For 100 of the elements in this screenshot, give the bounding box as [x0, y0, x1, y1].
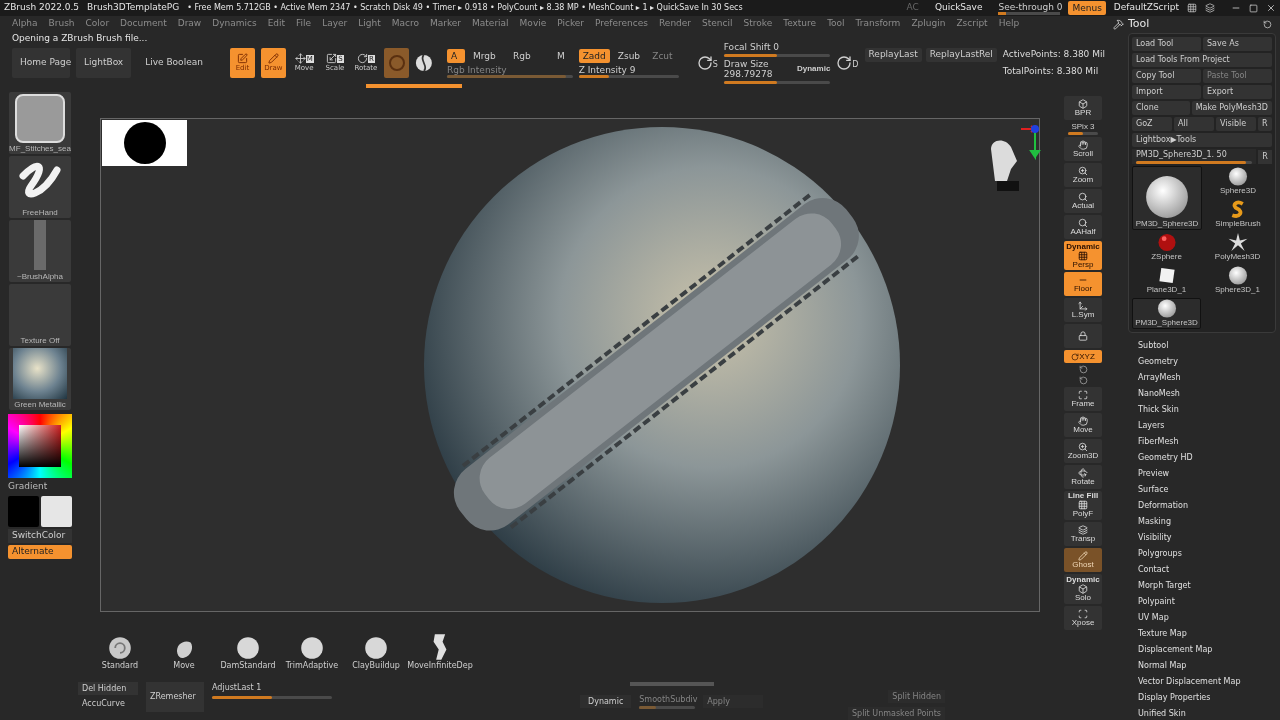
- subpalette-item[interactable]: Geometry: [1138, 355, 1280, 369]
- menu-item[interactable]: Material: [472, 17, 509, 31]
- sphere-toggle-icon[interactable]: [415, 53, 433, 73]
- slider-track[interactable]: [723, 81, 831, 84]
- menu-item[interactable]: Document: [120, 17, 167, 31]
- subpalette-item[interactable]: Display Properties: [1138, 691, 1280, 705]
- menu-item[interactable]: Preferences: [595, 17, 648, 31]
- menu-item[interactable]: Render: [659, 17, 692, 31]
- slider-track[interactable]: [1068, 131, 1098, 135]
- subpalette-item[interactable]: Layers: [1138, 419, 1280, 433]
- tool-button[interactable]: All: [1174, 117, 1214, 131]
- color-swatch[interactable]: [41, 495, 72, 527]
- reset-button[interactable]: R: [1258, 149, 1272, 164]
- menu-item[interactable]: Macro: [391, 17, 419, 31]
- close-icon[interactable]: [1266, 3, 1276, 13]
- material-swatch[interactable]: [384, 48, 410, 78]
- switch-color-button[interactable]: SwitchColor: [8, 528, 72, 543]
- tool-thumbnail[interactable]: SimpleBrush: [1204, 199, 1272, 230]
- shelf-button[interactable]: Zoom: [1064, 162, 1102, 187]
- menus-button[interactable]: Menus: [1068, 1, 1106, 15]
- alternate-button[interactable]: Alternate: [8, 544, 72, 559]
- restore-icon[interactable]: [1249, 3, 1258, 13]
- menu-item[interactable]: Texture: [783, 17, 817, 31]
- shelf-button[interactable]: [1064, 324, 1102, 349]
- subpalette-item[interactable]: Contact: [1138, 563, 1280, 577]
- z-mode-toggle[interactable]: Zadd: [578, 48, 610, 63]
- replay-button[interactable]: ReplayLast: [864, 48, 922, 62]
- subpalette-item[interactable]: ArrayMesh: [1138, 371, 1280, 385]
- shelf-button[interactable]: Move: [1064, 412, 1102, 437]
- shelf-button[interactable]: Zoom3D: [1064, 438, 1102, 463]
- tool-thumbnail[interactable]: Sphere3D: [1204, 166, 1272, 197]
- shelf-button[interactable]: Dynamic Solo: [1064, 574, 1102, 604]
- subpalette-item[interactable]: UV Map: [1138, 611, 1280, 625]
- tool-button[interactable]: Import: [1132, 85, 1201, 99]
- shelf-thumbnail[interactable]: ~BrushAlpha: [9, 220, 71, 282]
- z-mode-toggle[interactable]: Zsub: [613, 48, 645, 63]
- subpalette-item[interactable]: Unified Skin: [1138, 707, 1280, 720]
- shelf-thumbnail[interactable]: Green Metallic: [9, 348, 71, 410]
- rotate-axis-icon[interactable]: [1078, 364, 1088, 374]
- menu-item[interactable]: Edit: [267, 17, 286, 31]
- menu-item[interactable]: File: [296, 17, 312, 31]
- subpalette-item[interactable]: NanoMesh: [1138, 387, 1280, 401]
- menu-item[interactable]: Zplugin: [911, 17, 946, 31]
- shelf-button[interactable]: AAHalf: [1064, 214, 1102, 239]
- shelf-thumbnail[interactable]: MF_Stitches_sea: [9, 92, 71, 154]
- shelf-button[interactable]: Actual: [1064, 188, 1102, 213]
- brush-button[interactable]: Move: [154, 638, 214, 672]
- tool-button[interactable]: R: [1258, 117, 1272, 131]
- brush-button[interactable]: TrimAdaptive: [282, 636, 342, 672]
- menu-item[interactable]: Transform: [855, 17, 901, 31]
- menu-item[interactable]: Tool: [827, 17, 845, 31]
- subpalette-item[interactable]: Texture Map: [1138, 627, 1280, 641]
- shelf-button[interactable]: Floor: [1064, 272, 1102, 297]
- shelf-thumbnail[interactable]: Texture Off: [9, 284, 71, 346]
- slider-track[interactable]: [212, 696, 332, 699]
- dynamic-button[interactable]: Dynamic: [580, 695, 632, 708]
- channel-toggle[interactable]: M: [548, 48, 573, 63]
- subpalette-item[interactable]: Preview: [1138, 467, 1280, 481]
- tool-thumbnail[interactable]: PM3D_Sphere3D: [1132, 166, 1202, 230]
- menu-item[interactable]: Zscript: [956, 17, 988, 31]
- shelf-button[interactable]: BPR: [1064, 96, 1102, 120]
- nav-button[interactable]: Home Page: [12, 48, 70, 78]
- subpalette-item[interactable]: Polygroups: [1138, 547, 1280, 561]
- channel-toggle[interactable]: A: [446, 48, 465, 63]
- menu-item[interactable]: Draw: [177, 17, 202, 31]
- del-hidden-button[interactable]: Del Hidden: [78, 682, 138, 695]
- subpalette-item[interactable]: Displacement Map: [1138, 643, 1280, 657]
- shelf-button[interactable]: Line Fill PolyF: [1064, 490, 1102, 521]
- menu-item[interactable]: Brush: [48, 17, 75, 31]
- brush-button[interactable]: Standard: [90, 636, 150, 672]
- menu-item[interactable]: Movie: [519, 17, 547, 31]
- tool-button[interactable]: Export: [1203, 85, 1272, 99]
- slider-track[interactable]: [578, 74, 679, 78]
- subpalette-item[interactable]: Surface: [1138, 483, 1280, 497]
- menu-item[interactable]: Help: [998, 17, 1020, 31]
- slider-track[interactable]: [998, 11, 1061, 15]
- subpalette-item[interactable]: Deformation: [1138, 499, 1280, 513]
- nav-button[interactable]: LightBox: [76, 48, 132, 78]
- tool-button[interactable]: Load Tool: [1132, 37, 1201, 51]
- slider-track[interactable]: [723, 54, 831, 57]
- rotate-axis-icon[interactable]: [1078, 375, 1088, 385]
- subpalette-item[interactable]: Visibility: [1138, 531, 1280, 545]
- quicksave-button[interactable]: QuickSave: [926, 1, 991, 15]
- shelf-button[interactable]: Dynamic Persp: [1064, 240, 1102, 271]
- collapse-handle-icon[interactable]: [629, 682, 714, 686]
- reset-icon[interactable]: [1263, 19, 1272, 29]
- subpalette-item[interactable]: Polypaint: [1138, 595, 1280, 609]
- shelf-button[interactable]: Scroll: [1064, 136, 1102, 161]
- tool-button[interactable]: Clone: [1132, 101, 1190, 115]
- channel-toggle[interactable]: Mrgb: [468, 48, 505, 63]
- shelf-thumbnail[interactable]: FreeHand: [9, 156, 71, 218]
- subpalette-item[interactable]: Vector Displacement Map: [1138, 675, 1280, 689]
- gradient-label[interactable]: Gradient: [8, 480, 72, 494]
- replay-button[interactable]: ReplayLastRel: [925, 48, 997, 62]
- viewport-canvas[interactable]: [100, 118, 1040, 612]
- subpalette-item[interactable]: Normal Map: [1138, 659, 1280, 673]
- brush-button[interactable]: DamStandard: [218, 636, 278, 672]
- color-picker[interactable]: [8, 414, 72, 478]
- tool-thumbnail[interactable]: Plane3D_1: [1132, 265, 1201, 296]
- menu-item[interactable]: Color: [85, 17, 110, 31]
